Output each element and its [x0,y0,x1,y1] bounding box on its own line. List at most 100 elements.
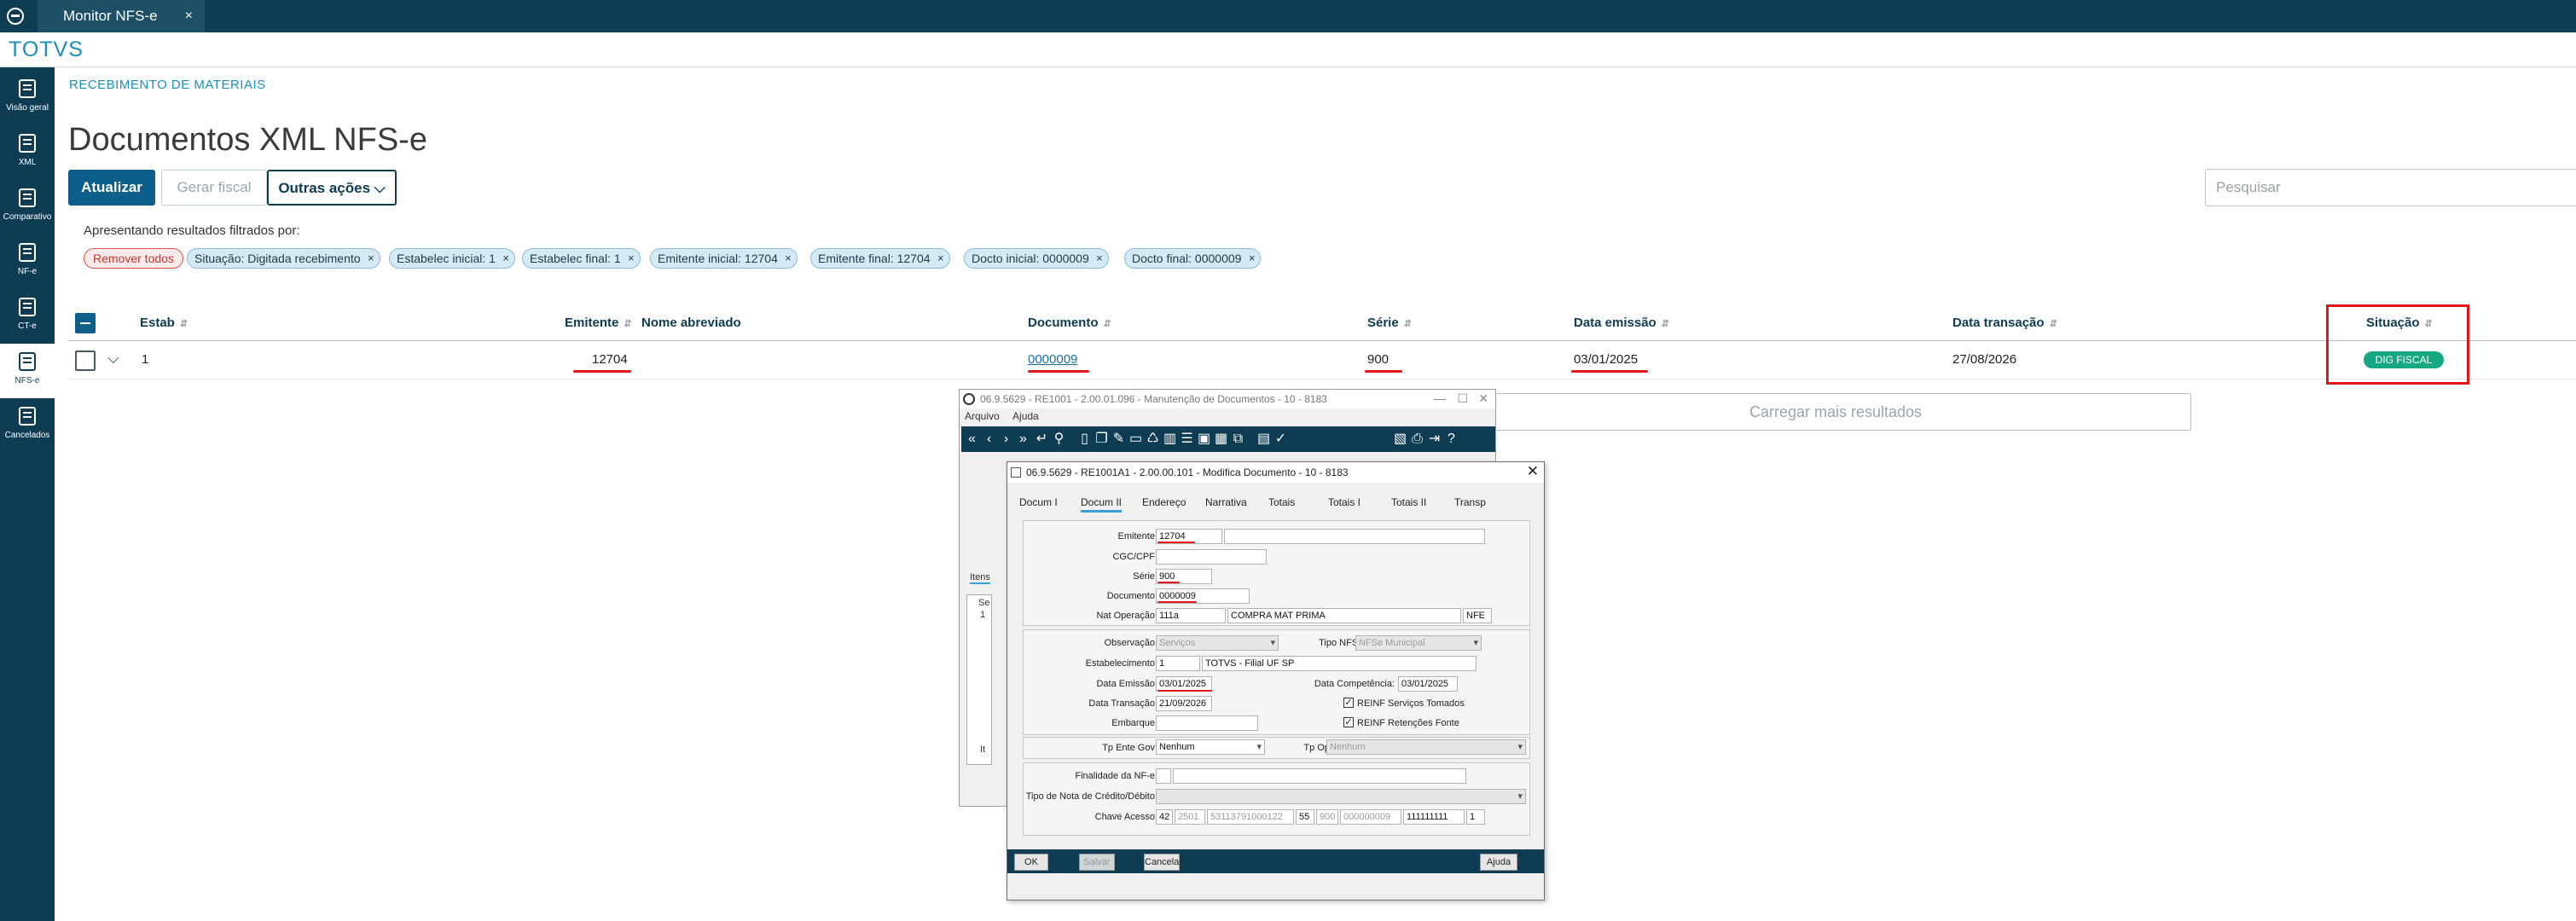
sidebar-item-nfse[interactable]: NFS-e [0,344,55,398]
tab-docum-i[interactable]: Docum I [1019,496,1058,508]
column-header-emitente[interactable]: Emitente ⇵ [565,316,632,330]
delete-icon[interactable]: ▭ [1128,432,1143,446]
more-actions-button[interactable]: Outras ações ⌵ [267,170,397,206]
cell-documento-link[interactable]: 0000009 [1028,352,1077,367]
tab-endereco[interactable]: Endereço [1142,496,1186,508]
table-row[interactable] [68,342,2576,379]
grid-icon[interactable]: ▦ [1214,432,1228,446]
goto-icon[interactable]: ↵ [1035,432,1049,446]
edit-icon[interactable]: ✎ [1111,432,1126,446]
emitente-name-field[interactable] [1224,529,1485,544]
data-transacao-field[interactable]: 21/09/2026 [1156,696,1212,711]
search-input[interactable]: Pesquisar [2205,169,2576,206]
cancel-button[interactable]: Cancelar [1144,854,1182,871]
close-icon[interactable]: × [368,249,374,268]
embarque-field[interactable] [1156,715,1258,731]
check-icon[interactable]: ✓ [1273,432,1288,446]
minimize-icon[interactable]: — [1434,391,1446,405]
tab-monitor-nfse[interactable]: Monitor NFS-e × [38,0,205,32]
tab-narrativa[interactable]: Narrativa [1205,496,1247,508]
chave-part-1[interactable]: 42 [1156,809,1173,825]
filter-chip[interactable]: Estabelec final: 1 × [522,248,641,269]
close-icon[interactable]: × [1249,249,1256,268]
layout-icon[interactable]: ▧ [1393,432,1407,446]
close-icon[interactable]: × [1096,249,1103,268]
close-icon[interactable]: × [785,249,792,268]
cgc-field[interactable] [1156,549,1267,565]
help-icon[interactable]: ? [1444,432,1459,446]
filter-chip[interactable]: Estabelec inicial: 1 × [389,248,515,269]
sidebar-item-nfe[interactable]: NF-e [0,235,55,289]
load-more-button[interactable]: Carregar mais resultados [1480,393,2191,431]
ghost-tab-itens[interactable]: Itens [970,572,990,584]
chave-part-8[interactable]: 1 [1466,809,1485,825]
select-all-checkbox[interactable] [75,313,96,333]
tab-totais-ii[interactable]: Totais II [1391,496,1426,508]
column-header-documento[interactable]: Documento ⇵ [1028,316,1111,330]
maximize-icon[interactable]: ☐ [1457,391,1468,406]
close-icon[interactable]: ✕ [1527,463,1539,480]
finalidade-code-field[interactable] [1156,768,1171,784]
last-record-icon[interactable]: » [1016,432,1030,446]
tab-transp[interactable]: Transp [1454,496,1486,508]
save-button[interactable]: Salvar [1079,854,1115,871]
filter-chip[interactable]: Emitente inicial: 12704 × [650,248,798,269]
expand-row-icon[interactable]: ⌵ [107,350,119,368]
data-competencia-field[interactable]: 03/01/2025 [1398,676,1458,692]
report-icon[interactable]: ▤ [1256,432,1271,446]
new-icon[interactable]: ▯ [1077,432,1092,446]
print-icon[interactable]: ⎙ [1410,432,1424,446]
exit-icon[interactable]: ⇥ [1427,432,1442,446]
chave-part-4[interactable]: 55 [1296,809,1314,825]
sidebar-item-visao-geral[interactable]: Visão geral [0,71,55,125]
tipo-nota-select[interactable] [1156,789,1526,804]
column-header-data-transacao[interactable]: Data transação ⇵ [1952,316,2057,330]
tab-docum-ii[interactable]: Docum II [1081,496,1123,513]
chave-part-7[interactable]: 111111111 [1403,809,1465,825]
filter-chip[interactable]: Emitente final: 12704 × [810,248,950,269]
reinf-servicos-checkbox[interactable]: ✓ [1343,698,1354,708]
items-grid[interactable] [966,594,992,765]
sidebar-item-comparativo[interactable]: Comparativo [0,180,55,235]
sidebar-item-xml[interactable]: XML [0,125,55,180]
tp-oper-select[interactable]: Nenhum [1326,739,1526,755]
tab-totais-i[interactable]: Totais I [1328,496,1361,508]
book-icon[interactable]: ▥ [1163,432,1177,446]
first-record-icon[interactable]: « [965,432,979,446]
generate-fiscal-button[interactable]: Gerar fiscal [161,170,267,206]
tipo-nfse-select[interactable]: NFSe Municipal [1355,635,1482,651]
clone-icon[interactable]: ⧉ [1231,432,1245,446]
help-button[interactable]: Ajuda [1480,854,1517,871]
filter-chip[interactable]: Docto final: 0000009 × [1124,248,1262,269]
sidebar-item-cte[interactable]: CT-e [0,289,55,344]
row-checkbox[interactable] [75,350,96,371]
close-icon[interactable]: × [628,249,635,268]
estab-field[interactable]: 1 [1156,656,1200,671]
filter-chip[interactable]: Docto inicial: 0000009 × [964,248,1109,269]
prev-record-icon[interactable]: ‹ [982,432,996,446]
obs-select[interactable]: Serviços [1156,635,1279,651]
totvs-logo-icon[interactable] [7,8,24,25]
menu-arquivo[interactable]: Arquivo [965,410,1000,422]
tab-close-icon[interactable]: × [185,0,193,32]
column-header-estab[interactable]: Estab ⇵ [140,316,188,330]
nat-op-field[interactable]: 111a [1156,608,1226,623]
refresh-button[interactable]: Atualizar [68,170,155,206]
column-header-data-emissao[interactable]: Data emissão ⇵ [1574,316,1669,330]
ok-button[interactable]: OK [1014,854,1048,871]
save-icon[interactable]: ▣ [1197,432,1211,446]
copy-icon[interactable]: ❐ [1094,432,1109,446]
search-icon[interactable]: ⚲ [1052,432,1066,446]
sidebar-item-cancelados[interactable]: Cancelados [0,398,55,453]
close-icon[interactable]: × [937,249,944,268]
remove-all-filters-button[interactable]: Remover todos [84,248,183,269]
column-header-serie[interactable]: Série ⇵ [1367,316,1412,330]
trash-icon[interactable]: ♺ [1146,432,1160,446]
list-icon[interactable]: ☰ [1180,432,1194,446]
next-record-icon[interactable]: › [999,432,1013,446]
tp-ente-select[interactable]: Nenhum [1156,739,1265,755]
close-icon[interactable]: × [502,249,509,268]
menu-ajuda[interactable]: Ajuda [1012,410,1039,422]
breadcrumb[interactable]: RECEBIMENTO DE MATERIAIS [69,78,266,92]
tab-totais[interactable]: Totais [1268,496,1295,508]
